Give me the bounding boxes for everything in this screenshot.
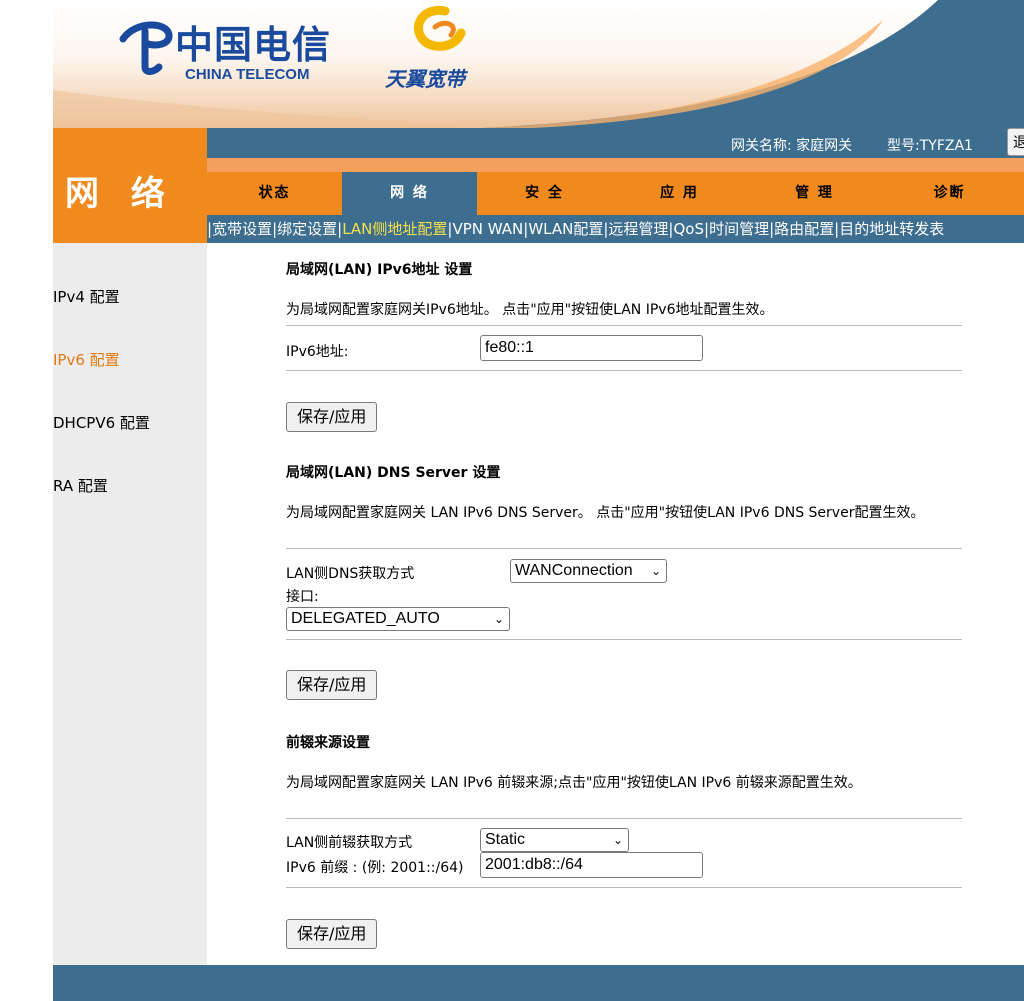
tab-network[interactable]: 网 络 <box>342 172 477 215</box>
tianyi-swirl-icon <box>414 5 466 51</box>
save-apply-button[interactable]: 保存/应用 <box>286 402 378 432</box>
dns-mode-label: LAN侧DNS获取方式 <box>286 566 415 582</box>
interface-label: 接口: <box>286 589 319 605</box>
dns-server-description: 为局域网配置家庭网关 LAN IPv6 DNS Server。 点击"应用"按钮… <box>286 505 925 521</box>
lan-ipv6-title: 局域网(LAN) IPv6地址 设置 <box>286 262 473 278</box>
chevron-down-icon: ⌄ <box>493 612 504 626</box>
subtab-remote-management[interactable]: 远程管理 <box>608 220 668 238</box>
sidebar-item-ipv6[interactable]: IPv6 配置 <box>53 349 120 370</box>
sidebar-item-ipv4[interactable]: IPv4 配置 <box>53 286 120 307</box>
telecom-emblem-icon <box>119 21 173 75</box>
section-title-box: 网 络 <box>53 128 207 243</box>
nav-stripe <box>207 158 1024 172</box>
subtab-routing[interactable]: 路由配置 <box>774 220 834 238</box>
tab-diagnosis[interactable]: 诊断 <box>882 172 1017 215</box>
subtab-qos[interactable]: QoS <box>673 220 704 238</box>
logout-button[interactable]: 退 <box>1007 128 1024 156</box>
prefix-mode-select[interactable]: Static ⌄ <box>480 828 629 852</box>
dns-server-title: 局域网(LAN) DNS Server 设置 <box>286 465 501 481</box>
ipv6-prefix-label: IPv6 前缀 : (例: 2001::/64) <box>286 860 464 876</box>
ipv6-address-input[interactable]: fe80::1 <box>480 335 703 361</box>
subtab-lan-address[interactable]: LAN侧地址配置 <box>342 220 447 238</box>
subtab-time-management[interactable]: 时间管理 <box>709 220 769 238</box>
lan-ipv6-description: 为局域网配置家庭网关IPv6地址。 点击"应用"按钮使LAN IPv6地址配置生… <box>286 302 774 318</box>
gateway-info-bar: 网关名称: 家庭网关 型号:TYFZA1 退 <box>207 128 1024 158</box>
gateway-name: 网关名称: 家庭网关 <box>731 138 853 154</box>
divider <box>286 548 962 549</box>
left-sidebar: IPv4 配置 IPv6 配置 DHCPV6 配置 RA 配置 <box>53 243 207 965</box>
dns-mode-value: WANConnection <box>515 562 633 579</box>
sidebar-item-ra[interactable]: RA 配置 <box>53 475 108 496</box>
chevron-down-icon: ⌄ <box>650 564 661 578</box>
gateway-model: 型号:TYFZA1 <box>887 138 973 154</box>
ipv6-address-label: IPv6地址: <box>286 344 349 360</box>
save-apply-button[interactable]: 保存/应用 <box>286 670 378 700</box>
chevron-down-icon: ⌄ <box>612 833 623 847</box>
subtab-dest-forwarding[interactable]: 目的地址转发表 <box>839 220 944 238</box>
divider <box>286 639 962 640</box>
tianyi-text: 天翼宽带 <box>385 67 465 91</box>
interface-select[interactable]: DELEGATED_AUTO ⌄ <box>286 607 510 631</box>
prefix-mode-label: LAN侧前辍获取方式 <box>286 835 413 851</box>
tab-management[interactable]: 管 理 <box>747 172 882 215</box>
sidebar-item-dhcpv6[interactable]: DHCPV6 配置 <box>53 412 150 433</box>
main-nav: 状态 网 络 安 全 应 用 管 理 诊断 <box>207 172 1024 215</box>
subtab-broadband[interactable]: 宽带设置 <box>212 220 272 238</box>
footer-bar <box>53 965 1024 1001</box>
subtab-vpn-wan[interactable]: VPN WAN <box>452 220 523 238</box>
save-apply-button[interactable]: 保存/应用 <box>286 919 378 949</box>
prefix-mode-value: Static <box>485 831 526 848</box>
tab-application[interactable]: 应 用 <box>612 172 747 215</box>
tab-security[interactable]: 安 全 <box>477 172 612 215</box>
ipv6-prefix-input[interactable]: 2001:db8::/64 <box>480 852 703 878</box>
tianyi-broadband-logo: 天翼宽带 <box>385 5 495 91</box>
subtab-binding[interactable]: 绑定设置 <box>277 220 337 238</box>
sub-nav: |宽带设置|绑定设置|LAN侧地址配置|VPN WAN|WLAN配置|远程管理|… <box>207 215 1024 243</box>
china-telecom-logo: 中国电信 CHINA TELECOM <box>115 12 345 87</box>
tab-status[interactable]: 状态 <box>207 172 342 215</box>
dns-mode-select[interactable]: WANConnection ⌄ <box>510 559 667 583</box>
brand-cn-text: 中国电信 <box>175 22 332 67</box>
section-title: 网 络 <box>65 174 175 214</box>
divider <box>286 887 962 888</box>
subtab-wlan[interactable]: WLAN配置 <box>528 220 603 238</box>
prefix-title: 前辍来源设置 <box>286 735 370 751</box>
divider <box>286 370 962 371</box>
prefix-description: 为局域网配置家庭网关 LAN IPv6 前辍来源;点击"应用"按钮使LAN IP… <box>286 775 862 791</box>
divider <box>286 818 962 819</box>
brand-en-text: CHINA TELECOM <box>185 66 310 83</box>
interface-value: DELEGATED_AUTO <box>291 610 440 627</box>
divider <box>286 325 962 326</box>
